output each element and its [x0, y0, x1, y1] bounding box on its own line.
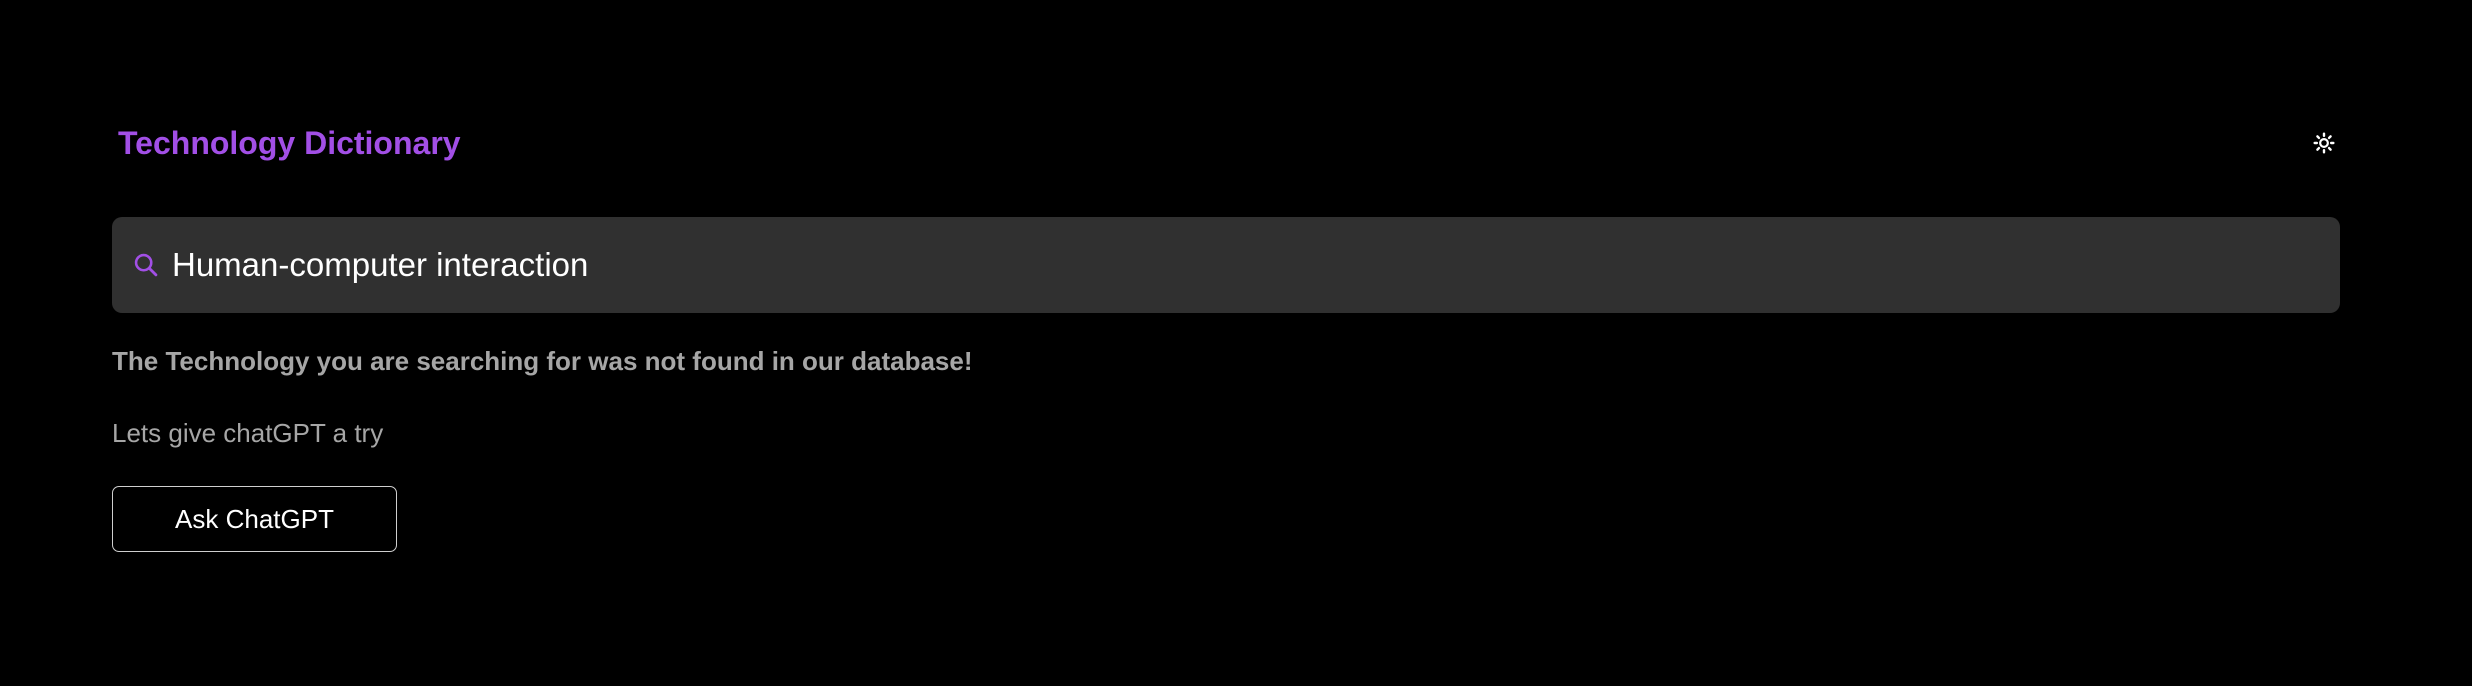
app-title[interactable]: Technology Dictionary — [118, 125, 461, 162]
header: Technology Dictionary — [112, 118, 2340, 168]
search-input[interactable] — [172, 235, 2320, 295]
search-bar — [112, 217, 2340, 313]
suggestion-text: Lets give chatGPT a try — [112, 418, 384, 448]
ask-chatgpt-button[interactable]: Ask ChatGPT — [112, 486, 397, 552]
page: Technology Dictionary Human-computer int… — [0, 0, 2472, 686]
search-icon — [128, 247, 164, 283]
theme-toggle-button[interactable] — [2306, 125, 2342, 161]
sun-icon — [2313, 132, 2335, 154]
not-found-message: The Technology you are searching for was… — [112, 346, 973, 376]
